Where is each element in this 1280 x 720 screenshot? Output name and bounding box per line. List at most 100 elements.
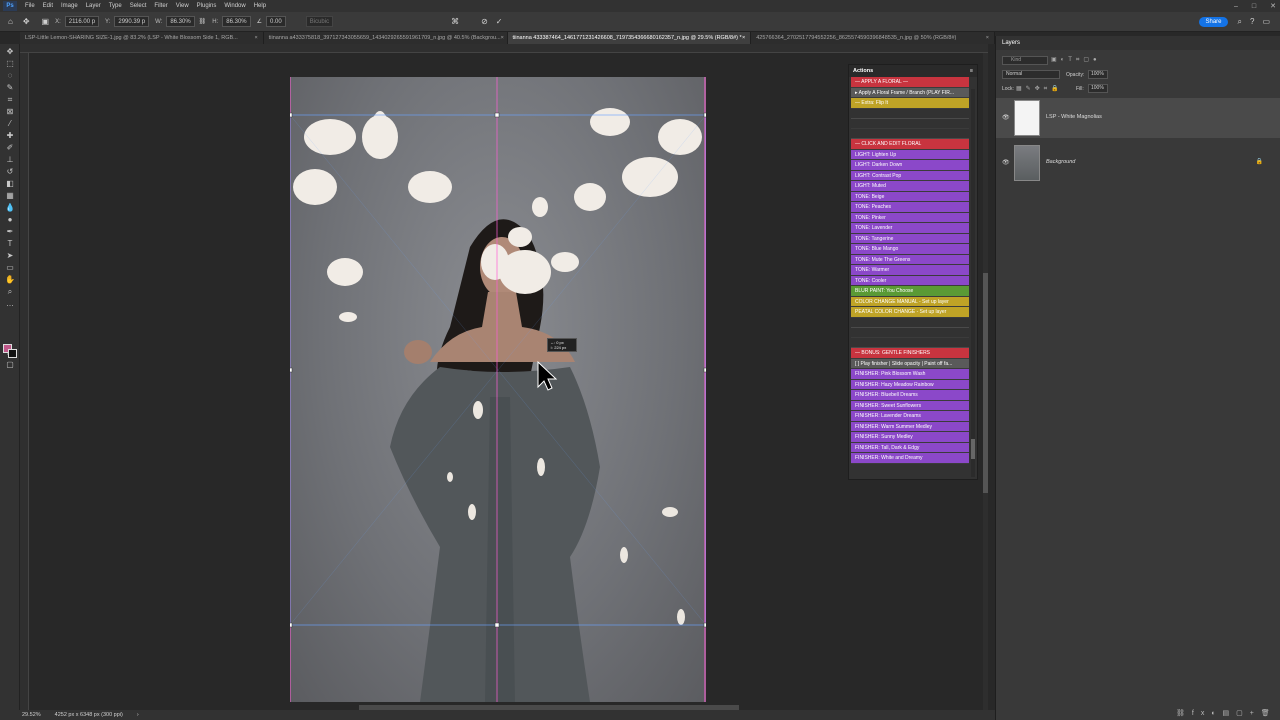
- action-item[interactable]: FINISHER: Bluebell Dreams: [851, 390, 969, 401]
- x-field[interactable]: 2116.00 p: [64, 16, 100, 27]
- lasso-tool-icon[interactable]: ◌: [4, 71, 16, 80]
- menu-filter[interactable]: Filter: [154, 3, 167, 9]
- menu-select[interactable]: Select: [130, 3, 147, 9]
- maximize-button[interactable]: □: [1252, 3, 1256, 10]
- doc-tab-2[interactable]: tiinanna a433375818_397127343055659_1434…: [264, 32, 508, 44]
- action-item[interactable]: TONE: Peaches: [851, 202, 969, 213]
- layer-filter-input[interactable]: Kind: [1002, 56, 1048, 65]
- status-chevron-icon[interactable]: ›: [137, 712, 139, 718]
- action-item[interactable]: ▸ Apply A Floral Frame / Branch (PLAY FI…: [851, 87, 969, 98]
- fill-field[interactable]: 100%: [1088, 84, 1108, 93]
- action-item[interactable]: TONE: Tangerine: [851, 233, 969, 244]
- layers-tab[interactable]: Layers: [1002, 40, 1020, 46]
- move-tool-icon[interactable]: ✥: [4, 47, 16, 56]
- action-item[interactable]: FINISHER: Warm Summer Medley: [851, 421, 969, 432]
- y-field[interactable]: 2990.39 p: [114, 16, 150, 27]
- cancel-transform-icon[interactable]: ⊘: [481, 17, 488, 26]
- horizontal-ruler[interactable]: [20, 44, 988, 53]
- action-item[interactable]: LIGHT: Darken Down: [851, 160, 969, 171]
- action-item[interactable]: LIGHT: Muted: [851, 181, 969, 192]
- actions-panel-title[interactable]: Actions: [853, 68, 873, 74]
- layer-name[interactable]: LSP - White Magnolias: [1046, 114, 1102, 120]
- history-brush-icon[interactable]: ↺: [4, 167, 16, 176]
- eyedropper-tool-icon[interactable]: ⁄: [4, 119, 16, 128]
- share-button[interactable]: Share: [1199, 16, 1228, 27]
- action-item[interactable]: — BONUS: GENTLE FINISHERS: [851, 348, 969, 359]
- link-icon[interactable]: ⛓: [199, 18, 207, 25]
- close-icon[interactable]: ×: [742, 35, 745, 41]
- healing-tool-icon[interactable]: ✚: [4, 131, 16, 140]
- height-field[interactable]: 86.30%: [222, 16, 251, 27]
- canvas-area[interactable]: ↔: 0 px ↕: 224 px: [29, 53, 988, 710]
- zoom-tool-icon[interactable]: ⌕: [4, 287, 16, 296]
- action-item[interactable]: COLOR CHANGE MANUAL - Set up layer: [851, 296, 969, 307]
- document-image[interactable]: ↔: 0 px ↕: 224 px: [290, 77, 706, 702]
- menu-plugins[interactable]: Plugins: [197, 3, 217, 9]
- menu-type[interactable]: Type: [109, 3, 122, 9]
- document-size[interactable]: 4252 px x 6348 px (300 ppi): [55, 712, 123, 718]
- action-item[interactable]: TONE: Blue Mango: [851, 244, 969, 255]
- workspace-icon[interactable]: ▭: [1262, 17, 1270, 26]
- reference-point-icon[interactable]: ▣: [42, 17, 50, 26]
- menu-view[interactable]: View: [176, 3, 189, 9]
- layer-row-magnolias[interactable]: 👁 LSP - White Magnolias: [996, 98, 1280, 138]
- action-item[interactable]: [ ] Play finisher | Slide opacity | Pain…: [851, 358, 969, 369]
- action-item[interactable]: LIGHT: Lighten Up: [851, 149, 969, 160]
- action-item[interactable]: FINISHER: Sunny Medley: [851, 432, 969, 443]
- action-item[interactable]: BLUR PAINT: You Choose: [851, 286, 969, 297]
- scrollbar-thumb[interactable]: [983, 273, 988, 493]
- doc-tab-1[interactable]: LSP-Little Lemon-SHARING SIZE-1.jpg @ 83…: [20, 32, 264, 44]
- menu-file[interactable]: File: [25, 3, 35, 9]
- home-icon[interactable]: ⌂: [8, 17, 13, 26]
- stamp-tool-icon[interactable]: ⊥: [4, 155, 16, 164]
- angle-field[interactable]: 0.00: [266, 16, 286, 27]
- hand-tool-icon[interactable]: ✋: [4, 275, 16, 284]
- action-item[interactable]: FINISHER: Sweet Sunflowers: [851, 400, 969, 411]
- action-item[interactable]: TONE: Pinker: [851, 212, 969, 223]
- doc-tab-3-active[interactable]: tiinanna 433387464_1461771231426608_7197…: [507, 32, 752, 44]
- blur-tool-icon[interactable]: 💧: [4, 203, 16, 212]
- action-item[interactable]: TONE: Lavender: [851, 223, 969, 234]
- width-field[interactable]: 86.30%: [166, 16, 195, 27]
- vertical-scrollbar[interactable]: [983, 53, 988, 710]
- vertical-ruler[interactable]: [20, 53, 29, 710]
- action-item[interactable]: — CLICK AND EDIT FLORAL: [851, 139, 969, 150]
- blend-mode-select[interactable]: Normal: [1002, 70, 1060, 79]
- layer-filter-icons[interactable]: ▣◐T⌗▢●: [1051, 56, 1101, 64]
- panel-menu-icon[interactable]: ≡: [970, 68, 973, 74]
- action-item[interactable]: — APPLY A FLORAL —: [851, 77, 969, 88]
- opacity-field[interactable]: 100%: [1088, 70, 1108, 79]
- search-icon[interactable]: ⌕: [1238, 17, 1242, 27]
- dodge-tool-icon[interactable]: ●: [4, 215, 16, 224]
- close-icon[interactable]: ×: [255, 35, 258, 41]
- close-icon[interactable]: ×: [986, 35, 989, 41]
- quick-select-tool-icon[interactable]: ✎: [4, 83, 16, 92]
- gradient-tool-icon[interactable]: ▦: [4, 191, 16, 200]
- type-tool-icon[interactable]: T: [4, 239, 16, 248]
- actions-scrollbar[interactable]: [971, 89, 975, 477]
- action-item[interactable]: LIGHT: Contrast Pop: [851, 170, 969, 181]
- close-window-button[interactable]: ✕: [1270, 2, 1276, 10]
- visibility-eye-icon[interactable]: 👁: [1002, 114, 1010, 121]
- eraser-tool-icon[interactable]: ◧: [4, 179, 16, 188]
- action-item[interactable]: TONE: Mute The Greens: [851, 254, 969, 265]
- menu-layer[interactable]: Layer: [86, 3, 101, 9]
- interpolation-select[interactable]: Bicubic: [305, 16, 334, 27]
- actions-scrollbar-thumb[interactable]: [971, 439, 975, 459]
- layer-row-background[interactable]: 👁 Background 🔒: [996, 143, 1280, 183]
- screen-mode-icon[interactable]: ▢: [4, 360, 16, 369]
- lock-icons[interactable]: ▦✎✥⌗🔒: [1016, 85, 1063, 93]
- crop-tool-icon[interactable]: ⌗: [4, 95, 16, 104]
- more-tools-icon[interactable]: …: [4, 299, 16, 308]
- action-item[interactable]: FINISHER: Pink Blossom Wash: [851, 369, 969, 380]
- help-icon[interactable]: ?: [1250, 17, 1254, 26]
- menu-edit[interactable]: Edit: [43, 3, 53, 9]
- menu-window[interactable]: Window: [224, 3, 245, 9]
- rectangle-tool-icon[interactable]: ▭: [4, 263, 16, 272]
- zoom-level[interactable]: 29.52%: [22, 712, 41, 718]
- action-item[interactable]: FINISHER: Lavender Dreams: [851, 411, 969, 422]
- layer-name[interactable]: Background: [1046, 159, 1075, 165]
- action-item[interactable]: FINISHER: Hazy Meadow Rainbow: [851, 379, 969, 390]
- action-item[interactable]: — Extra: Flip It: [851, 98, 969, 109]
- menu-image[interactable]: Image: [61, 3, 78, 9]
